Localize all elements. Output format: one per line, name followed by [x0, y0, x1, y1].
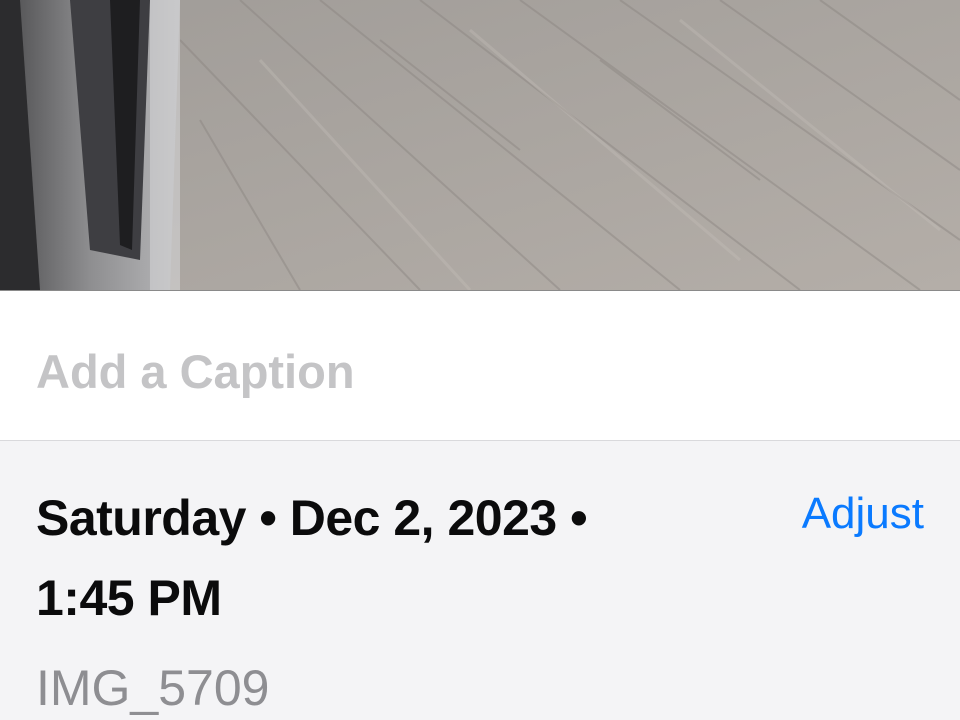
- photo-info-panel: Saturday • Dec 2, 2023 • 1:45 PM Adjust …: [0, 441, 960, 720]
- floor-photo-image: [0, 0, 960, 290]
- file-name: IMG_5709: [36, 660, 270, 716]
- capture-time: 1:45 PM: [36, 570, 222, 626]
- photo-info-screen: Saturday • Dec 2, 2023 • 1:45 PM Adjust …: [0, 0, 960, 720]
- capture-date: Saturday • Dec 2, 2023 •: [36, 490, 588, 546]
- photo-preview[interactable]: [0, 0, 960, 290]
- caption-section: [0, 291, 960, 441]
- caption-input[interactable]: [36, 341, 916, 401]
- adjust-button[interactable]: Adjust: [802, 489, 924, 539]
